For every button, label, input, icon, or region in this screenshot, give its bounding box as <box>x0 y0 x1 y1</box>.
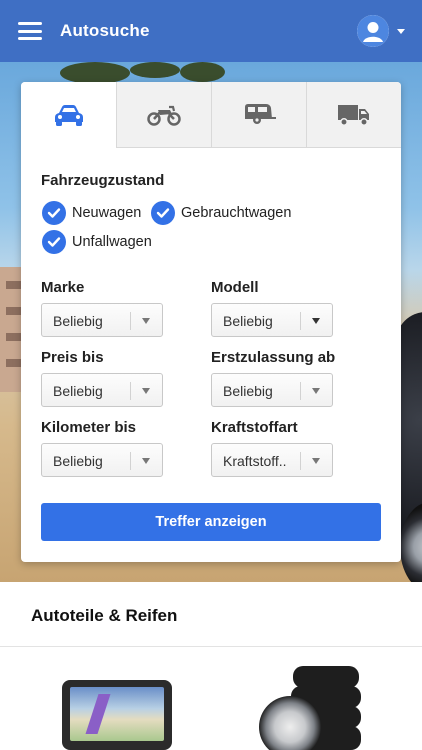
checkbox-unfallwagen[interactable]: Unfallwagen <box>42 230 152 254</box>
app-title: Autosuche <box>60 21 150 40</box>
dropdown-arrow-icon <box>312 458 320 464</box>
vehicle-type-tabs <box>21 82 401 148</box>
preis-label: Preis bis <box>41 349 104 366</box>
checkbox-gebrauchtwagen[interactable]: Gebrauchtwagen <box>151 201 291 225</box>
kilometer-select[interactable]: Beliebig <box>41 443 163 477</box>
select-value: Beliebig <box>223 313 273 329</box>
truck-icon <box>338 104 369 126</box>
erstzulassung-select[interactable]: Beliebig <box>211 373 333 407</box>
checkbox-label: Unfallwagen <box>72 234 152 250</box>
select-value: Beliebig <box>53 383 103 399</box>
avatar-icon[interactable] <box>357 15 389 47</box>
dropdown-arrow-icon <box>312 318 320 324</box>
kraftstoff-label: Kraftstoffart <box>211 419 298 436</box>
show-results-button[interactable]: Treffer anzeigen <box>41 503 381 541</box>
section-title: Autoteile & Reifen <box>31 606 178 625</box>
erstzulassung-label: Erstzulassung ab <box>211 349 336 366</box>
search-card: Fahrzeugzustand Neuwagen Gebrauchtwagen … <box>21 82 401 562</box>
condition-label: Fahrzeugzustand <box>41 172 165 189</box>
tab-truck[interactable] <box>306 82 401 148</box>
checkmark-icon <box>42 230 66 254</box>
checkbox-label: Gebrauchtwagen <box>181 205 292 221</box>
modell-label: Modell <box>211 279 259 296</box>
parts-section: Autoteile & Reifen <box>0 582 422 750</box>
motorcycle-icon <box>147 105 181 126</box>
modell-select[interactable]: Beliebig <box>211 303 333 337</box>
marke-select[interactable]: Beliebig <box>41 303 163 337</box>
checkbox-label: Neuwagen <box>72 205 142 221</box>
account-dropdown-icon[interactable] <box>397 29 405 34</box>
checkmark-icon <box>151 201 175 225</box>
caravan-icon <box>245 103 276 124</box>
dropdown-arrow-icon <box>142 458 150 464</box>
select-value: Beliebig <box>53 313 103 329</box>
select-value: Beliebig <box>223 383 273 399</box>
tab-car[interactable] <box>21 82 116 148</box>
navigation-device-image[interactable] <box>62 680 172 750</box>
tab-motorcycle[interactable] <box>116 82 211 148</box>
marke-label: Marke <box>41 279 85 296</box>
dropdown-arrow-icon <box>142 318 150 324</box>
car-icon <box>54 105 83 126</box>
select-value: Beliebig <box>53 453 103 469</box>
checkbox-neuwagen[interactable]: Neuwagen <box>42 201 141 225</box>
checkmark-icon <box>42 201 66 225</box>
dropdown-arrow-icon <box>142 388 150 394</box>
tab-caravan[interactable] <box>211 82 306 148</box>
divider <box>0 646 422 647</box>
tires-image[interactable] <box>255 666 365 750</box>
kilometer-label: Kilometer bis <box>41 419 137 436</box>
app-header: Autosuche <box>0 0 422 62</box>
kraftstoff-select[interactable]: Kraftstoff.. <box>211 443 333 477</box>
preis-select[interactable]: Beliebig <box>41 373 163 407</box>
select-value: Kraftstoff.. <box>223 453 287 469</box>
menu-icon[interactable] <box>18 22 42 40</box>
dropdown-arrow-icon <box>312 388 320 394</box>
